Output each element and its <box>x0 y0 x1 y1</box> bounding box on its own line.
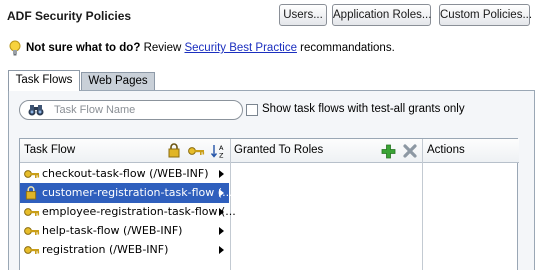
task-flow-name: registration (/WEB-INF) <box>42 243 169 256</box>
key-icon <box>24 246 40 254</box>
column-divider <box>422 139 423 270</box>
test-all-grants-checkbox[interactable] <box>246 104 258 116</box>
expand-arrow-icon[interactable] <box>219 246 224 254</box>
key-icon <box>24 208 40 216</box>
task-flow-name: checkout-task-flow (/WEB-INF) <box>42 167 209 180</box>
table-row[interactable]: employee-registration-task-flow (... <box>20 202 236 222</box>
table-row[interactable]: checkout-task-flow (/WEB-INF) <box>20 164 229 184</box>
custom-policies-button[interactable]: Custom Policies... <box>439 4 532 26</box>
task-flow-name: help-task-flow (/WEB-INF) <box>42 224 183 237</box>
policies-table: Task Flow A Z Granted To Roles Actions c… <box>19 138 519 270</box>
column-header-label: Actions <box>427 144 465 156</box>
tab-task-flows[interactable]: Task Flows <box>8 70 80 91</box>
key-filter-icon[interactable] <box>188 146 205 156</box>
application-roles-button[interactable]: Application Roles... <box>332 4 431 26</box>
add-icon[interactable] <box>381 144 396 159</box>
lock-icon <box>25 186 37 200</box>
tab-web-pages[interactable]: Web Pages <box>81 72 155 90</box>
security-best-practice-link[interactable]: Security Best Practice <box>184 42 296 54</box>
help-message: Not sure what to do? Review Security Bes… <box>8 40 395 58</box>
binoculars-icon <box>28 105 44 116</box>
svg-text:Z: Z <box>219 152 224 160</box>
lock-filter-icon[interactable] <box>168 143 180 158</box>
search-input[interactable]: Task Flow Name <box>19 100 243 120</box>
sort-icon[interactable]: A Z <box>210 143 226 159</box>
table-row[interactable]: help-task-flow (/WEB-INF) <box>20 221 229 241</box>
column-header-granted-roles[interactable]: Granted To Roles <box>230 139 423 163</box>
expand-arrow-icon[interactable] <box>219 227 224 235</box>
help-prefix: Review <box>143 42 182 55</box>
expand-arrow-icon[interactable] <box>219 208 224 216</box>
task-flow-name: customer-registration-task-flow (...) <box>42 186 237 199</box>
expand-arrow-icon[interactable] <box>219 170 224 178</box>
test-all-grants-label: Show task flows with test-all grants onl… <box>262 103 465 115</box>
users-button[interactable]: Users... <box>279 4 327 26</box>
delete-icon[interactable] <box>403 144 417 158</box>
key-icon <box>24 227 40 235</box>
table-row[interactable]: registration (/WEB-INF) <box>20 240 229 260</box>
search-placeholder: Task Flow Name <box>54 104 136 116</box>
help-prompt: Not sure what to do? <box>26 42 141 55</box>
column-header-actions[interactable]: Actions <box>423 139 519 163</box>
column-header-task-flow[interactable]: Task Flow A Z <box>20 139 230 163</box>
column-header-label: Granted To Roles <box>234 144 324 156</box>
task-flow-name: employee-registration-task-flow (... <box>42 205 236 218</box>
page-title: ADF Security Policies <box>7 9 132 23</box>
table-row[interactable]: customer-registration-task-flow (...) <box>20 183 237 203</box>
key-icon <box>24 170 40 178</box>
column-header-label: Task Flow <box>24 144 76 156</box>
help-suffix: recommandations. <box>300 42 395 55</box>
expand-arrow-icon[interactable] <box>219 189 224 197</box>
lightbulb-icon <box>9 40 21 56</box>
